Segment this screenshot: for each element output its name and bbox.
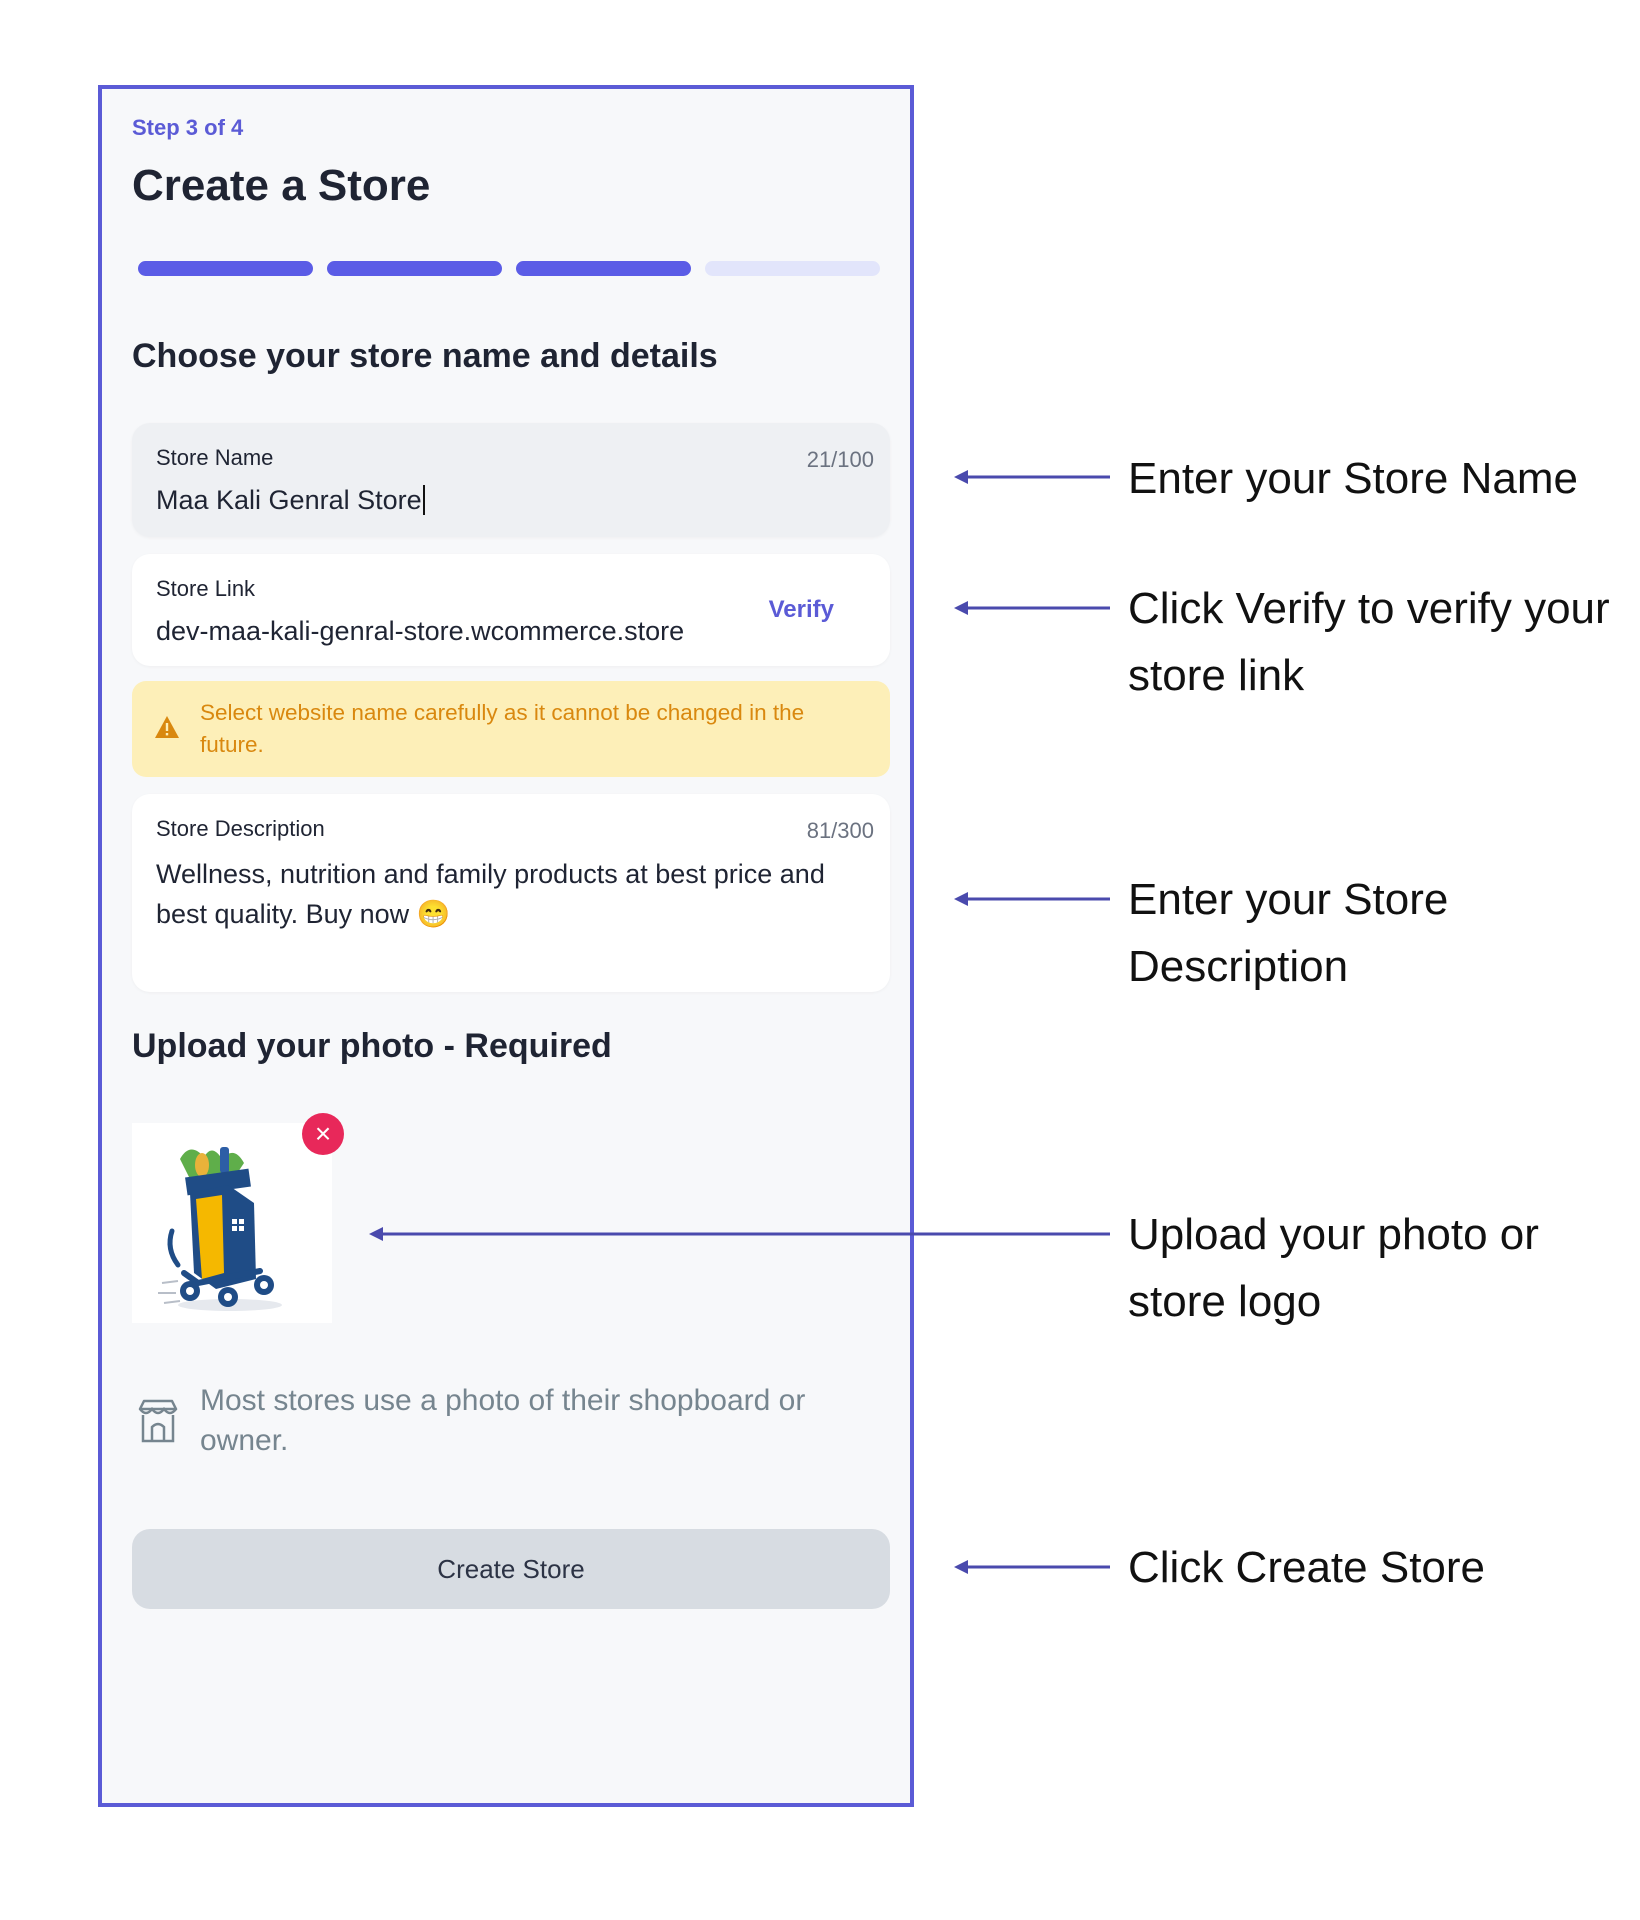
store-name-input[interactable]: Maa Kali Genral Store [156, 485, 425, 516]
progress-segment-2 [327, 261, 502, 276]
upload-hint: Most stores use a photo of their shopboa… [200, 1384, 806, 1457]
store-description-counter: 81/300 [806, 818, 874, 843]
store-description-input[interactable]: Wellness, nutrition and family products … [156, 854, 856, 934]
uploaded-photo[interactable] [132, 1123, 332, 1323]
arrow-store-name [954, 470, 1110, 484]
store-description-field[interactable]: Store Description 81/300 Wellness, nutri… [132, 794, 890, 992]
progress-segment-4 [705, 261, 880, 276]
storefront-icon [138, 1399, 178, 1443]
page-title: Create a Store [132, 161, 431, 210]
warning-text: Select website name carefully as it cann… [200, 700, 805, 757]
progress-bar [138, 261, 880, 277]
store-name-field[interactable]: Store Name 21/100 Maa Kali Genral Store [132, 423, 890, 537]
store-name-label: Store Name [156, 445, 274, 470]
arrow-verify [954, 601, 1110, 615]
annotation-store-name: Enter your Store Name [1128, 454, 1578, 503]
create-store-button[interactable]: Create Store [132, 1529, 890, 1609]
annotation-upload: Upload your photo or store logo [1128, 1210, 1539, 1326]
annotation-verify: Click Verify to verify your store link [1128, 584, 1610, 700]
progress-segment-3 [516, 261, 691, 276]
text-caret [422, 485, 425, 515]
store-link-label: Store Link [156, 576, 256, 601]
step-indicator: Step 3 of 4 [132, 115, 244, 140]
store-name-value: Maa Kali Genral Store [156, 485, 422, 515]
arrow-upload [369, 1227, 1110, 1241]
warning-banner: Select website name carefully as it cann… [132, 681, 890, 777]
annotation-description: Enter your Store Description [1128, 875, 1449, 991]
store-name-counter: 21/100 [806, 447, 874, 472]
arrow-create [954, 1560, 1110, 1574]
annotation-create: Click Create Store [1128, 1543, 1486, 1592]
progress-segment-1 [138, 261, 313, 276]
store-link-input[interactable]: dev-maa-kali-genral-store.wcommerce.stor… [156, 616, 684, 647]
phone-frame: Step 3 of 4 Create a Store Choose your s… [98, 85, 914, 1807]
upload-title: Upload your photo - Required [132, 1027, 612, 1065]
arrow-description [954, 892, 1110, 906]
store-link-field[interactable]: Store Link dev-maa-kali-genral-store.wco… [132, 554, 890, 666]
remove-photo-button[interactable]: × [302, 1113, 344, 1155]
store-logo-image [158, 1147, 282, 1311]
warning-triangle-icon [155, 716, 179, 738]
close-icon: × [314, 1118, 332, 1149]
store-description-label: Store Description [156, 816, 325, 841]
verify-button[interactable]: Verify [769, 596, 834, 624]
section-subtitle: Choose your store name and details [132, 337, 718, 375]
